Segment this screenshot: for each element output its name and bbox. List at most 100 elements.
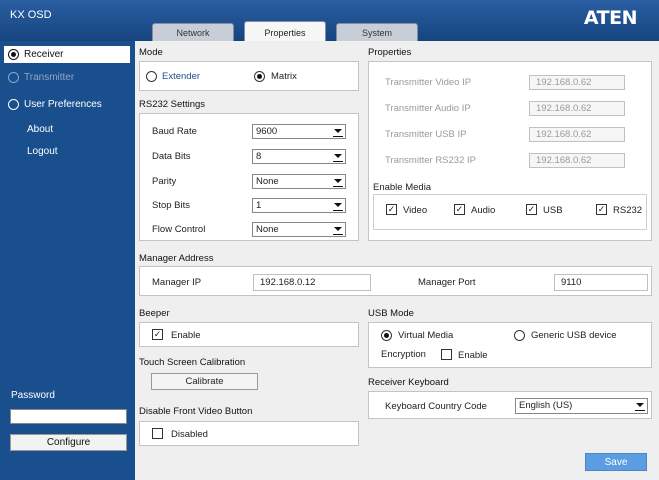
enable-media-box: ✓ Video ✓ Audio ✓ USB ✓ RS232 [373, 194, 647, 230]
baud-rate-label: Baud Rate [152, 126, 197, 137]
encryption-label: Encryption [381, 349, 426, 360]
flow-control-value: None [256, 224, 279, 235]
beeper-box: ✓ Enable [139, 322, 359, 347]
audio-checkbox[interactable]: ✓ [454, 204, 465, 215]
rs232-label: RS232 [613, 205, 643, 216]
radio-icon [8, 72, 19, 83]
tab-system[interactable]: System [336, 23, 418, 41]
baud-rate-select[interactable]: 9600 [252, 124, 346, 139]
baud-rate-value: 9600 [256, 126, 278, 137]
data-bits-value: 8 [256, 151, 262, 162]
parity-select[interactable]: None [252, 174, 346, 189]
properties-box: Transmitter Video IP 192.168.0.62 Transm… [368, 61, 652, 241]
manager-port-label: Manager Port [418, 277, 476, 288]
video-checkbox[interactable]: ✓ [386, 204, 397, 215]
sidebar-item-label: Receiver [24, 49, 64, 60]
sidebar-item-receiver[interactable]: Receiver [4, 46, 130, 63]
touch-section-title: Touch Screen Calibration [139, 357, 246, 368]
transmitter-video-ip-label: Transmitter Video IP [385, 77, 472, 88]
manager-box: Manager IP 192.168.0.12 Manager Port 911… [139, 266, 652, 296]
tab-properties[interactable]: Properties [244, 21, 326, 42]
app-title: KX OSD [10, 9, 52, 21]
encryption-enable-checkbox[interactable] [441, 349, 452, 360]
radio-icon [8, 99, 19, 110]
generic-usb-radio[interactable] [514, 330, 525, 341]
sidebar-item-logout[interactable]: Logout [4, 143, 130, 160]
transmitter-rs232-ip-field[interactable]: 192.168.0.62 [529, 153, 625, 168]
sidebar-item-label: About [27, 124, 54, 135]
keyboard-code-value: English (US) [519, 400, 573, 411]
enable-media-title: Enable Media [373, 182, 432, 193]
dropdown-arrow-icon [333, 151, 343, 162]
beeper-enable-checkbox[interactable]: ✓ [152, 329, 163, 340]
front-video-box: Disabled [139, 421, 359, 446]
password-label: Password [11, 390, 55, 401]
keyboard-code-select[interactable]: English (US) [515, 398, 648, 414]
keyboard-section-title: Receiver Keyboard [368, 377, 449, 388]
stop-bits-label: Stop Bits [152, 200, 191, 211]
encryption-enable-label: Enable [458, 350, 488, 361]
virtual-media-radio[interactable] [381, 330, 392, 341]
mode-box: Extender Matrix [139, 61, 359, 91]
usb-mode-section-title: USB Mode [368, 308, 414, 319]
dropdown-arrow-icon [635, 400, 645, 411]
parity-label: Parity [152, 176, 177, 187]
sidebar-item-user-preferences[interactable]: User Preferences [4, 96, 130, 113]
usb-label: USB [543, 205, 563, 216]
header-bar: KX OSD ATEN Network Properties System [0, 0, 659, 42]
front-video-disabled-label: Disabled [171, 429, 208, 440]
main-panel: Mode Extender Matrix RS232 Settings Baud… [135, 41, 659, 480]
parity-value: None [256, 176, 279, 187]
beeper-section-title: Beeper [139, 308, 170, 319]
virtual-media-label: Virtual Media [398, 330, 454, 341]
sidebar-item-label: Transmitter [24, 72, 75, 83]
save-button[interactable]: Save [585, 453, 647, 471]
dropdown-arrow-icon [333, 200, 343, 211]
matrix-label: Matrix [271, 71, 297, 82]
sidebar-item-transmitter[interactable]: Transmitter [4, 69, 130, 86]
transmitter-usb-ip-field[interactable]: 192.168.0.62 [529, 127, 625, 142]
sidebar-item-label: User Preferences [24, 99, 102, 110]
manager-ip-field[interactable]: 192.168.0.12 [253, 274, 371, 291]
stop-bits-value: 1 [256, 200, 262, 211]
stop-bits-select[interactable]: 1 [252, 198, 346, 213]
audio-label: Audio [471, 205, 496, 216]
keyboard-box: Keyboard Country Code English (US) [368, 391, 652, 419]
configure-button[interactable]: Configure [10, 434, 127, 451]
password-input[interactable] [10, 409, 127, 424]
transmitter-video-ip-field[interactable]: 192.168.0.62 [529, 75, 625, 90]
beeper-enable-label: Enable [171, 330, 201, 341]
dropdown-arrow-icon [333, 224, 343, 235]
transmitter-usb-ip-label: Transmitter USB IP [385, 129, 467, 140]
data-bits-label: Data Bits [152, 151, 191, 162]
properties-section-title: Properties [368, 47, 412, 58]
flow-control-select[interactable]: None [252, 222, 346, 237]
calibrate-button[interactable]: Calibrate [151, 373, 258, 390]
matrix-radio[interactable] [254, 71, 265, 82]
rs232-checkbox[interactable]: ✓ [596, 204, 607, 215]
aten-logo: ATEN [583, 7, 638, 29]
video-label: Video [403, 205, 428, 216]
data-bits-select[interactable]: 8 [252, 149, 346, 164]
tab-network[interactable]: Network [152, 23, 234, 41]
transmitter-audio-ip-field[interactable]: 192.168.0.62 [529, 101, 625, 116]
generic-usb-label: Generic USB device [531, 330, 617, 341]
manager-section-title: Manager Address [139, 253, 214, 264]
mode-section-title: Mode [139, 47, 163, 58]
dropdown-arrow-icon [333, 176, 343, 187]
usb-checkbox[interactable]: ✓ [526, 204, 537, 215]
sidebar-item-label: Logout [27, 146, 58, 157]
extender-radio[interactable] [146, 71, 157, 82]
manager-port-field[interactable]: 9110 [554, 274, 648, 291]
extender-label: Extender [162, 71, 201, 82]
rs232-section-title: RS232 Settings [139, 99, 206, 110]
sidebar: Receiver Transmitter User Preferences Ab… [0, 41, 135, 480]
keyboard-code-label: Keyboard Country Code [385, 401, 487, 412]
front-video-disabled-checkbox[interactable] [152, 428, 163, 439]
front-video-section-title: Disable Front Video Button [139, 406, 253, 417]
usb-mode-box: Virtual Media Generic USB device Encrypt… [368, 322, 652, 368]
rs232-box: Baud Rate 9600 Data Bits 8 Parity None S… [139, 113, 359, 241]
transmitter-rs232-ip-label: Transmitter RS232 IP [385, 155, 476, 166]
transmitter-audio-ip-label: Transmitter Audio IP [385, 103, 471, 114]
sidebar-item-about[interactable]: About [4, 121, 130, 138]
